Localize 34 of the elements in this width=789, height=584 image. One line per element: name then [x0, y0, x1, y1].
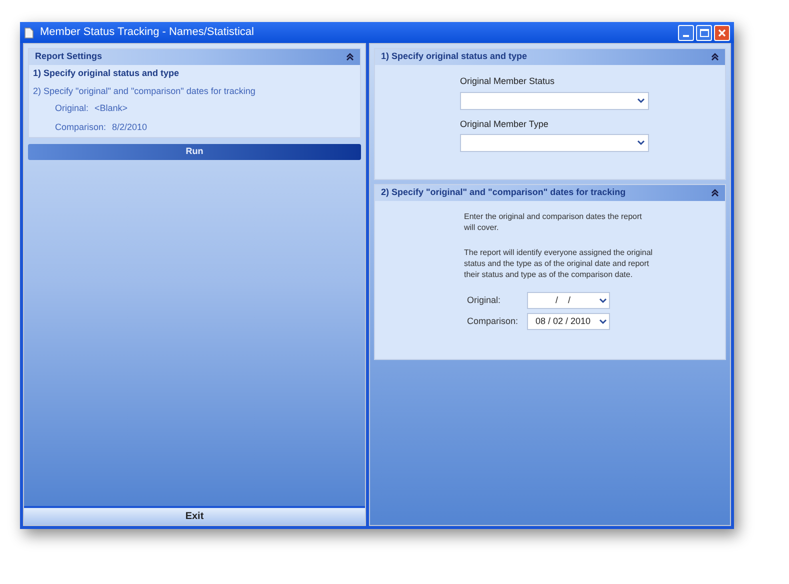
window-title: Member Status Tracking - Names/Statistical: [40, 25, 254, 40]
date-field[interactable]: 08 / 02 / 2010: [527, 313, 610, 330]
minimize-button[interactable]: [678, 24, 694, 40]
detail-label: Original:: [55, 102, 89, 115]
date-value: / /: [554, 294, 572, 307]
field-label: Original Member Type: [460, 118, 550, 131]
date-value: 08 / 02 / 2010: [534, 314, 592, 328]
step-link[interactable]: 2) Specify "original" and "comparison" dates for tracking: [33, 84, 356, 98]
field-label: Original Member Status: [460, 75, 556, 88]
dropdown-field[interactable]: [460, 134, 649, 152]
detail-value: 8/2/2010: [112, 120, 148, 134]
detail-value: <Blank>: [94, 102, 128, 115]
run-button[interactable]: Run: [28, 144, 361, 160]
maximize-icon: [700, 28, 708, 36]
date-label: Comparison:: [467, 314, 520, 328]
maximize-button[interactable]: [696, 24, 712, 40]
section-title: 2) Specify "original" and "comparison" dates for tracking: [381, 186, 626, 200]
section-title: 1) Specify original status and type: [381, 50, 528, 64]
date-label: Original:: [467, 294, 502, 307]
collapse-icon[interactable]: [711, 189, 719, 197]
step-link[interactable]: 1) Specify original status and type: [33, 67, 356, 80]
instruction-text: The report will identify everyone assigned the original status and the type as of the original date and report their status and type as of the comparison date.: [464, 247, 654, 280]
detail-label: Comparison:: [55, 120, 106, 134]
document-icon: [24, 26, 34, 38]
exit-button[interactable]: Exit: [24, 506, 365, 525]
instruction-text: Enter the original and comparison dates the report will cover.: [464, 211, 643, 233]
collapse-icon[interactable]: [711, 53, 719, 61]
collapse-icon[interactable]: [346, 53, 354, 61]
minimize-icon: [683, 34, 689, 36]
close-icon: [718, 28, 726, 36]
dropdown-field[interactable]: [460, 92, 649, 110]
close-button[interactable]: [714, 24, 730, 40]
date-field[interactable]: / /: [527, 292, 610, 309]
section-title: Report Settings: [35, 50, 102, 64]
